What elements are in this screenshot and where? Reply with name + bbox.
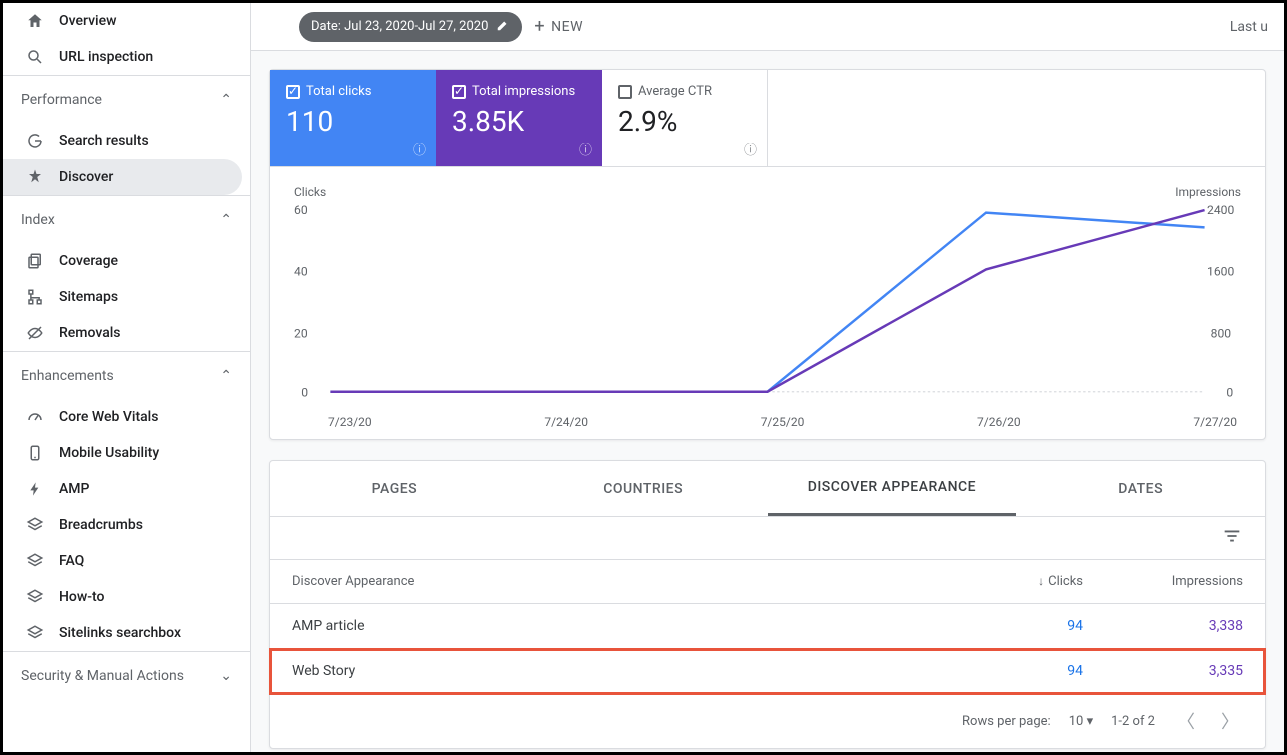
performance-card: Total clicks 110 ⓘ Total impressions 3.8… [269,69,1266,440]
tab-countries[interactable]: COUNTRIES [519,461,768,516]
layers-icon [23,624,47,642]
date-chip[interactable]: Date: Jul 23, 2020-Jul 27, 2020 [299,12,522,42]
nav-overview[interactable]: Overview [3,3,250,39]
clicks-line [330,213,1204,392]
main: Date: Jul 23, 2020-Jul 27, 2020 + NEW La… [251,3,1284,752]
svg-text:20: 20 [294,326,308,340]
line-chart: 60 40 20 0 2400 1600 800 0 [294,199,1241,409]
section-security[interactable]: Security & Manual Actions ⌄ [3,651,250,699]
edit-icon [496,18,510,36]
search-icon [23,48,47,66]
nav-sitemaps[interactable]: Sitemaps [3,279,250,315]
nav-mobile[interactable]: Mobile Usability [3,435,250,471]
metric-tiles: Total clicks 110 ⓘ Total impressions 3.8… [270,70,1265,167]
right-axis-label: Impressions [1175,185,1241,199]
tab-dates[interactable]: DATES [1016,461,1265,516]
x-axis: 7/23/20 7/24/20 7/25/20 7/26/20 7/27/20 [294,413,1241,429]
pager: Rows per page: 10 ▾ 1-2 of 2 〈 〉 [270,694,1265,748]
nav-discover[interactable]: Discover [3,159,242,195]
phone-icon [23,444,47,462]
filter-icon[interactable] [1221,525,1243,551]
app-root: Overview URL inspection Performance ⌃ Se… [0,0,1287,755]
help-icon[interactable]: ⓘ [579,139,592,158]
checkbox-icon [286,85,300,99]
new-button[interactable]: + NEW [534,16,583,37]
section-enhancements[interactable]: Enhancements ⌃ [3,351,250,399]
home-icon [23,12,47,30]
tile-total-clicks[interactable]: Total clicks 110 ⓘ [270,70,436,166]
chevron-down-icon: ⌄ [220,668,232,684]
help-icon[interactable]: ⓘ [413,139,426,158]
plus-icon: + [534,16,545,37]
nav-search-results[interactable]: Search results [3,123,250,159]
sidebar: Overview URL inspection Performance ⌃ Se… [3,3,251,752]
table-header: Discover Appearance ↓Clicks Impressions [270,560,1265,604]
left-axis-label: Clicks [294,185,326,199]
chevron-up-icon: ⌃ [220,212,232,228]
eye-off-icon [23,324,47,342]
layers-icon [23,516,47,534]
impressions-line [330,210,1204,392]
table-row[interactable]: AMP article 94 3,338 [270,604,1265,649]
table-row[interactable]: Web Story 94 3,335 [270,649,1265,694]
svg-text:40: 40 [294,264,308,278]
chart: Clicks Impressions 60 40 20 0 2400 1600 … [270,167,1265,439]
svg-text:0: 0 [1226,386,1233,400]
tile-average-ctr[interactable]: Average CTR 2.9% ⓘ [602,70,768,166]
google-icon [23,132,47,150]
help-icon[interactable]: ⓘ [744,139,757,158]
nav-howto[interactable]: How-to [3,579,250,615]
tree-icon [23,288,47,306]
layers-icon [23,588,47,606]
nav-label: Overview [59,13,116,29]
tabs: PAGES COUNTRIES DISCOVER APPEARANCE DATE… [270,461,1265,517]
svg-text:1600: 1600 [1207,264,1234,278]
svg-text:2400: 2400 [1207,203,1234,217]
nav-coverage[interactable]: Coverage [3,243,250,279]
svg-text:800: 800 [1211,326,1232,340]
nav-url-inspection[interactable]: URL inspection [3,39,250,75]
checkbox-icon [452,85,466,99]
nav-faq[interactable]: FAQ [3,543,250,579]
nav-cwv[interactable]: Core Web Vitals [3,399,250,435]
breakdown-card: PAGES COUNTRIES DISCOVER APPEARANCE DATE… [269,460,1266,749]
tab-pages[interactable]: PAGES [270,461,519,516]
prev-page[interactable]: 〈 [1173,708,1199,734]
toolbar: Date: Jul 23, 2020-Jul 27, 2020 + NEW La… [251,3,1284,51]
svg-text:0: 0 [301,386,308,400]
tab-discover-appearance[interactable]: DISCOVER APPEARANCE [768,461,1017,516]
rows-per-page-select[interactable]: 10 ▾ [1069,714,1093,729]
section-index[interactable]: Index ⌃ [3,195,250,243]
star-icon [23,168,47,186]
dropdown-icon: ▾ [1087,714,1094,729]
sort-clicks[interactable]: ↓Clicks [953,574,1083,589]
copy-icon [23,252,47,270]
chevron-up-icon: ⌃ [220,92,232,108]
section-performance[interactable]: Performance ⌃ [3,75,250,123]
content: Total clicks 110 ⓘ Total impressions 3.8… [251,51,1284,752]
svg-text:60: 60 [294,203,308,217]
bolt-icon [23,481,47,497]
checkbox-icon [618,85,632,99]
chevron-up-icon: ⌃ [220,368,232,384]
next-page[interactable]: 〉 [1217,708,1243,734]
last-updated: Last u [1230,19,1268,35]
nav-sitelinks[interactable]: Sitelinks searchbox [3,615,250,651]
gauge-icon [23,408,47,426]
layers-icon [23,552,47,570]
nav-breadcrumbs[interactable]: Breadcrumbs [3,507,250,543]
filter-icon[interactable] [267,15,287,39]
tile-total-impressions[interactable]: Total impressions 3.85K ⓘ [436,70,602,166]
nav-removals[interactable]: Removals [3,315,250,351]
nav-amp[interactable]: AMP [3,471,250,507]
page-range: 1-2 of 2 [1111,714,1155,729]
arrow-down-icon: ↓ [1038,574,1044,588]
nav-label: URL inspection [59,49,153,65]
